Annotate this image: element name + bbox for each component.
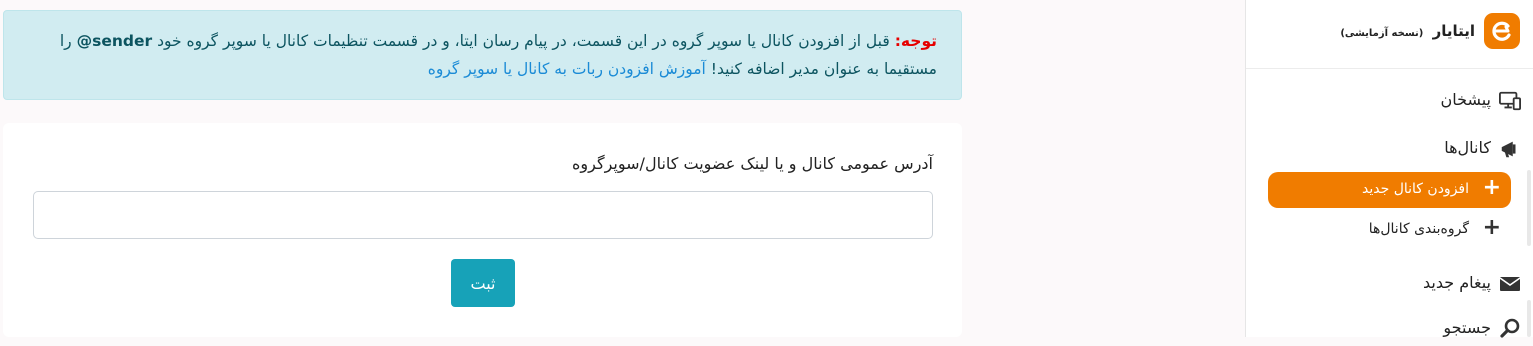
logo-icon	[1492, 21, 1511, 41]
notice-alert: توجه: قبل از افزودن کانال یا سوپر گروه د…	[3, 10, 962, 100]
brand-title: ایتایار	[1432, 22, 1475, 40]
sidebar-item-channels[interactable]: کانال‌ها	[1246, 130, 1533, 166]
channel-address-input[interactable]	[33, 191, 933, 239]
sidebar-item-search[interactable]: جستجو	[1246, 310, 1533, 346]
submenu-guide	[1527, 170, 1531, 246]
brand-name: ایتایار (نسخه آزمایشی)	[1340, 22, 1475, 40]
brand-subtitle: (نسخه آزمایشی)	[1340, 28, 1424, 39]
sidebar-item-label: پیغام جدید	[1422, 273, 1491, 292]
tutorial-link[interactable]: آموزش افزودن ربات به کانال یا سوپر گروه	[428, 60, 706, 78]
sidebar-item-label: پیشخان	[1440, 90, 1491, 109]
sidebar-item-label: جستجو	[1443, 318, 1491, 337]
sidebar-item-dashboard[interactable]: پیشخان	[1246, 82, 1533, 118]
sidebar-item-channel-grouping[interactable]: + گروه‌بندی کانال‌ها	[1268, 212, 1511, 248]
bot-username: @sender	[76, 32, 153, 50]
submit-button[interactable]: ثبت	[451, 259, 515, 307]
dashboard-monitor-icon	[1499, 90, 1521, 112]
plus-icon: +	[1482, 175, 1501, 200]
add-channel-form: آدرس عمومی کانال و یا لینک عضویت کانال/س…	[3, 123, 962, 337]
sidebar-item-label: کانال‌ها	[1444, 138, 1491, 157]
channel-address-label: آدرس عمومی کانال و یا لینک عضویت کانال/س…	[572, 154, 933, 173]
sidebar-item-add-channel[interactable]: + افزودن کانال جدید	[1268, 172, 1511, 208]
megaphone-icon	[1499, 138, 1521, 160]
alert-prefix: توجه:	[894, 32, 937, 50]
app-logo[interactable]	[1484, 13, 1520, 49]
plus-icon: +	[1482, 215, 1501, 240]
alert-message: قبل از افزودن کانال یا سوپر گروه در این …	[157, 32, 890, 50]
sidebar: ایتایار (نسخه آزمایشی) پیشخان کانال‌ها +	[1245, 0, 1533, 338]
sidebar-item-label: گروه‌بندی کانال‌ها	[1368, 221, 1469, 237]
alert-text: توجه: قبل از افزودن کانال یا سوپر گروه د…	[17, 27, 937, 83]
brand-header: ایتایار (نسخه آزمایشی)	[1246, 0, 1533, 69]
sidebar-item-label: افزودن کانال جدید	[1362, 181, 1469, 197]
envelope-icon	[1499, 273, 1521, 295]
sidebar-item-new-message[interactable]: پیغام جدید	[1246, 265, 1533, 301]
